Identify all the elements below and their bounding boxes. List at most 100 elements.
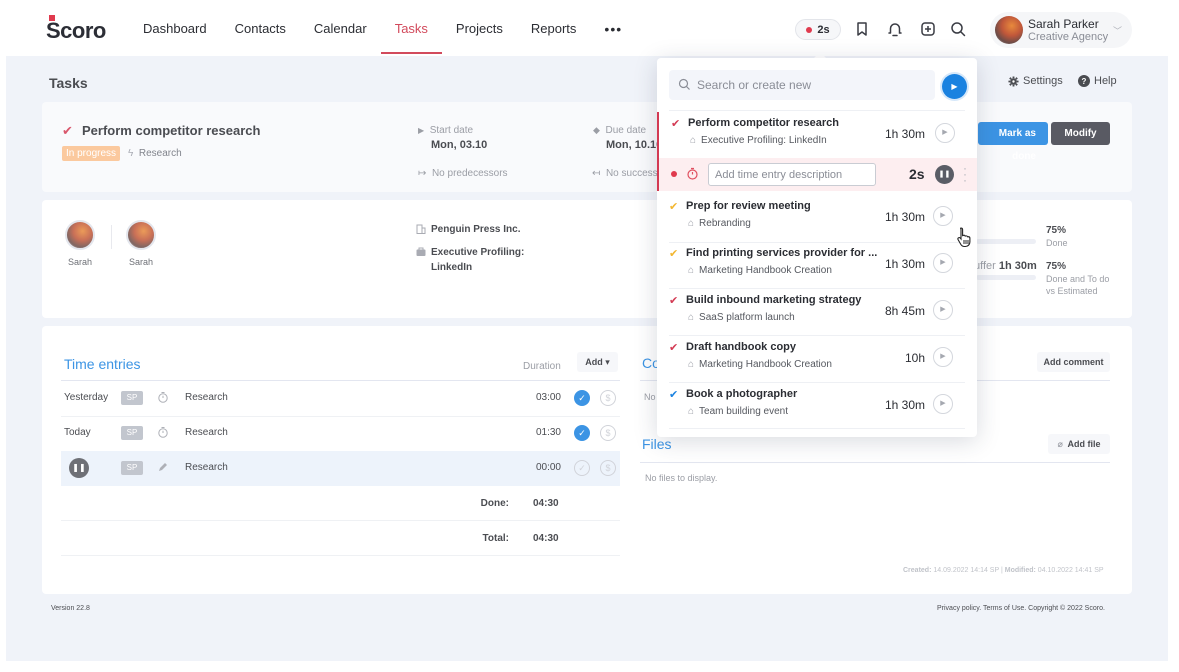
play-icon[interactable]: ▶ <box>933 300 953 320</box>
avatar-name: Sarah <box>67 257 93 267</box>
time-entry-row[interactable]: Today SP Research 01:30 ✓ $ <box>61 416 620 451</box>
entry-duration: 01:30 <box>535 427 561 438</box>
briefcase-icon: ⌂ <box>688 406 695 417</box>
company-link[interactable]: Penguin Press Inc. <box>416 224 520 235</box>
mark-as-done-button[interactable]: Mark as done <box>978 122 1048 162</box>
nav-calendar[interactable]: Calendar <box>300 0 381 56</box>
done-total-label: Done: <box>480 498 509 509</box>
grand-total-label: Total: <box>482 533 509 544</box>
popup-search <box>669 70 935 100</box>
task-check-icon: ✔ <box>671 118 681 130</box>
nav-contacts[interactable]: Contacts <box>221 0 300 56</box>
chevron-down-icon: ﹀ <box>1112 26 1122 36</box>
task-project: ⌂ SaaS platform launch <box>688 312 795 323</box>
task-check-icon: ✔ <box>669 295 679 307</box>
task-project: ⌂ Executive Profiling: LinkedIn <box>690 135 827 146</box>
done-label: Done <box>1046 238 1068 248</box>
help-link[interactable]: ? Help <box>1078 75 1117 87</box>
entry-duration: 00:00 <box>535 462 561 473</box>
done-total-value: 04:30 <box>533 498 559 509</box>
grand-total-value: 04:30 <box>533 533 559 544</box>
add-file-button[interactable]: ⌀ Add file <box>1048 434 1110 454</box>
popup-task-item[interactable]: ✔ Build inbound marketing strategy ⌂ SaaS… <box>657 289 977 335</box>
approved-check-icon[interactable]: ✓ <box>574 390 590 406</box>
play-icon[interactable]: ▶ <box>933 206 953 226</box>
arrow-right-bar-icon: ↦ <box>418 168 427 179</box>
paperclip-icon: ⌀ <box>1057 439 1063 449</box>
billable-dollar-icon[interactable]: $ <box>600 460 616 476</box>
play-icon[interactable]: ▶ <box>933 253 953 273</box>
predecessors[interactable]: ↦ No predecessors <box>418 168 508 179</box>
user-name: Sarah Parker <box>1028 17 1099 31</box>
bookmark-icon[interactable] <box>853 20 871 38</box>
nav-dashboard[interactable]: Dashboard <box>143 0 221 56</box>
entry-date: Today <box>64 427 91 438</box>
task-title: Book a photographer <box>686 388 798 400</box>
popup-task-item[interactable]: ✔ Draft handbook copy ⌂ Marketing Handboo… <box>657 336 977 382</box>
pause-icon[interactable]: ❚❚ <box>935 165 954 184</box>
modify-button[interactable]: Modify <box>1051 122 1110 145</box>
task-check-icon: ✔ <box>669 389 679 401</box>
stopwatch-icon <box>158 427 168 438</box>
avatar-assignee[interactable] <box>65 220 95 250</box>
pause-icon[interactable]: ❚❚ <box>69 458 89 478</box>
search-icon[interactable] <box>949 20 967 38</box>
task-tag: ϟ Research <box>128 148 182 159</box>
avatar-owner[interactable] <box>126 220 156 250</box>
settings-link[interactable]: Settings <box>1008 75 1063 87</box>
popup-task-item[interactable]: ✔ Prep for review meeting ⌂ Rebranding 1h… <box>657 195 977 241</box>
search-or-create-input[interactable] <box>697 70 927 100</box>
status-badge[interactable]: In progress <box>62 146 121 161</box>
entry-duration: 03:00 <box>535 392 561 403</box>
diamond-icon: ◆ <box>593 125 600 135</box>
play-icon[interactable]: ▶ <box>935 123 955 143</box>
legal-links[interactable]: Privacy policy. Terms of Use. Copyright … <box>937 605 1105 612</box>
play-icon[interactable]: ▶ <box>933 394 953 414</box>
time-entry-row[interactable]: Yesterday SP Research 03:00 ✓ $ <box>61 381 620 416</box>
time-entries-title: Time entries <box>64 356 141 372</box>
stopwatch-icon <box>687 167 698 180</box>
nav-tasks[interactable]: Tasks <box>380 0 443 56</box>
nav-projects[interactable]: Projects <box>442 0 517 56</box>
task-title: Perform competitor research <box>688 117 839 129</box>
task-check-icon: ✔ <box>669 342 679 354</box>
page-title: Tasks <box>49 75 88 91</box>
task-estimate: 10h <box>904 351 925 365</box>
nav-more-button[interactable]: ••• <box>590 0 636 56</box>
task-status-check-icon[interactable]: ✔ <box>62 123 73 139</box>
task-check-icon: ✔ <box>669 201 679 213</box>
billable-dollar-icon[interactable]: $ <box>600 390 616 406</box>
start-timer-button[interactable]: ▶ <box>942 74 967 99</box>
building-icon <box>416 224 426 234</box>
files-empty: No files to display. <box>645 473 718 483</box>
user-menu[interactable]: Sarah Parker Creative Agency ﹀ <box>990 12 1132 48</box>
popup-task-item[interactable]: ✔ Book a photographer ⌂ Team building eve… <box>657 383 977 429</box>
running-timer-pill[interactable]: 2s <box>795 19 841 40</box>
estimate-progress-bar <box>976 275 1036 280</box>
briefcase-icon: ⌂ <box>688 312 695 323</box>
time-entry-row-running[interactable]: ❚❚ SP Research 00:00 ✓ $ <box>61 451 620 486</box>
add-comment-button[interactable]: Add comment <box>1037 352 1110 372</box>
nav-reports[interactable]: Reports <box>517 0 591 56</box>
duration-header: Duration <box>523 361 561 372</box>
estimate-label: Done and To do vs Estimated <box>1046 274 1110 296</box>
row-divider <box>61 520 620 521</box>
billable-dollar-icon[interactable]: $ <box>600 425 616 441</box>
bell-icon[interactable] <box>886 20 904 38</box>
popup-task-item[interactable]: ✔ Find printing services provider for ..… <box>657 242 977 288</box>
help-icon: ? <box>1078 75 1090 87</box>
task-estimate: 1h 30m <box>884 398 925 412</box>
approve-check-icon[interactable]: ✓ <box>574 460 590 476</box>
play-icon[interactable]: ▶ <box>933 347 953 367</box>
approved-check-icon[interactable]: ✓ <box>574 425 590 441</box>
scoro-logo[interactable]: Scoro <box>46 15 106 44</box>
add-square-icon[interactable] <box>919 20 937 38</box>
entry-date: Yesterday <box>64 392 109 403</box>
add-time-entry-button[interactable]: Add ▾ <box>577 352 618 372</box>
task-title: Find printing services provider for ... <box>686 247 878 259</box>
task-estimate: 1h 30m <box>884 257 925 271</box>
project-link[interactable]: Executive Profiling: LinkedIn <box>416 245 524 275</box>
popup-task-item[interactable]: ✔ Perform competitor research ⌂ Executive… <box>657 112 977 158</box>
more-vertical-icon[interactable]: · · · <box>963 162 967 186</box>
time-entry-description-input[interactable] <box>708 163 876 186</box>
